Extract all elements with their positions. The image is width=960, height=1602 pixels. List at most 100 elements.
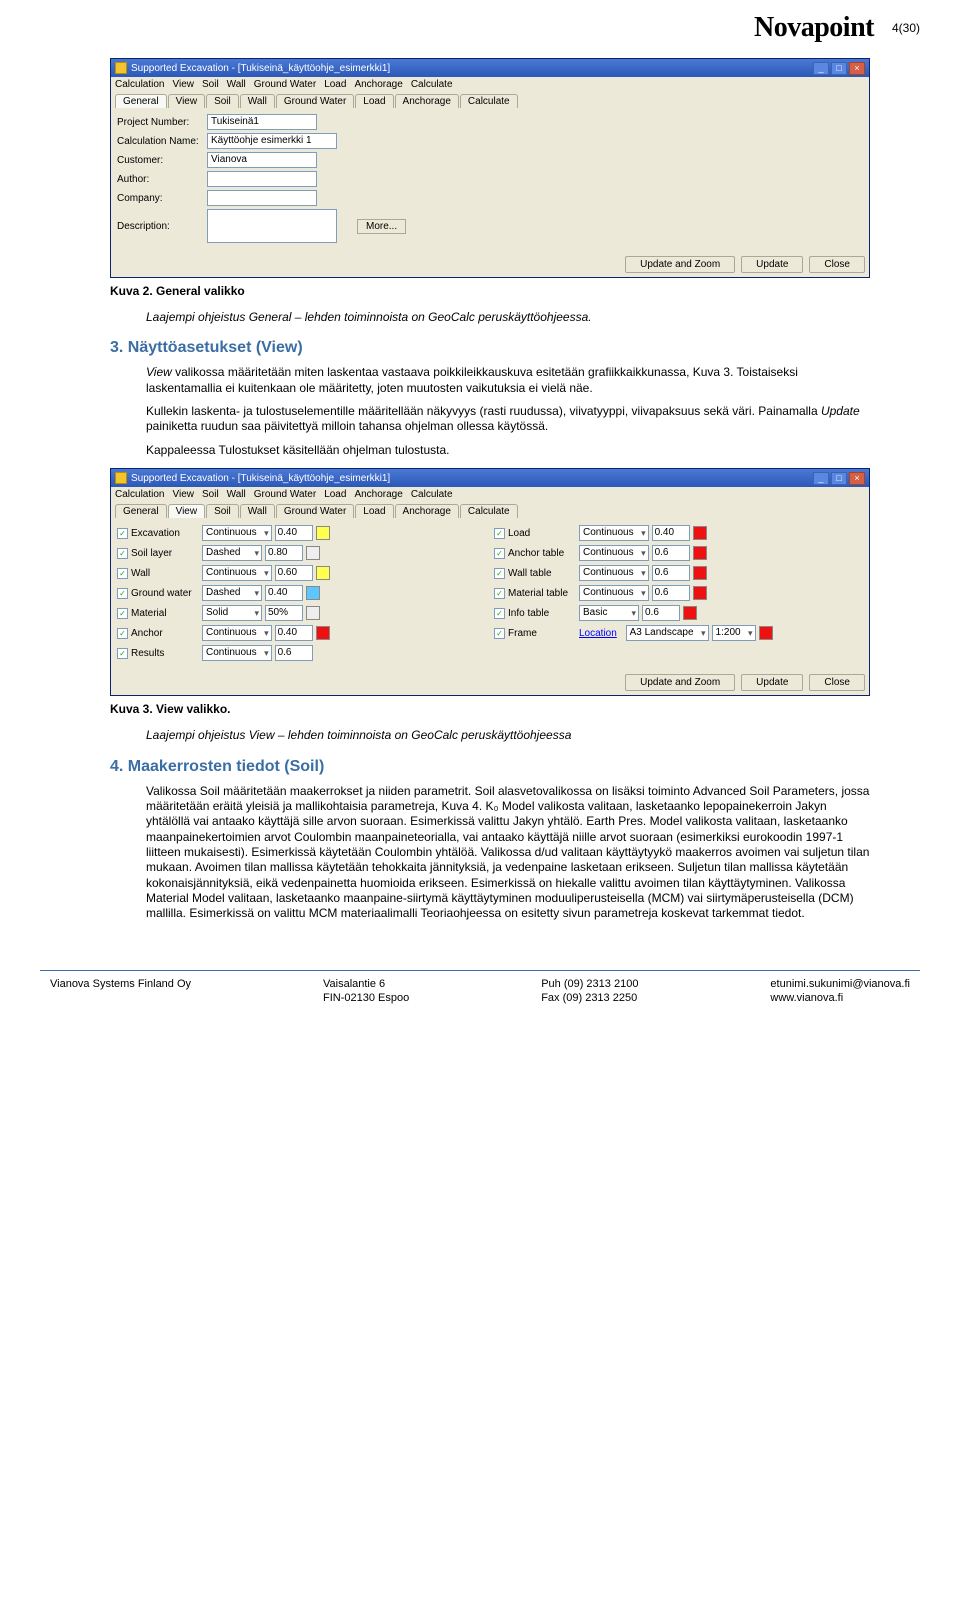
close-panel-button[interactable]: Close: [809, 256, 865, 273]
style-drop[interactable]: Continuous: [202, 525, 272, 541]
width-box[interactable]: 0.80: [265, 545, 303, 561]
menu-item[interactable]: Load: [324, 79, 346, 90]
menu-item[interactable]: View: [172, 79, 194, 90]
minimize-button[interactable]: _: [813, 62, 829, 75]
tab-anchorage[interactable]: Anchorage: [395, 94, 459, 108]
checkbox[interactable]: ✓: [117, 568, 128, 579]
style-drop[interactable]: Solid: [202, 605, 262, 621]
more-button[interactable]: More...: [357, 219, 406, 234]
update-zoom-button[interactable]: Update and Zoom: [625, 674, 735, 691]
menu-item[interactable]: View: [172, 489, 194, 500]
description-input[interactable]: [207, 209, 337, 243]
color-swatch[interactable]: [306, 546, 320, 560]
tab-view[interactable]: View: [168, 94, 206, 108]
tab-calculate[interactable]: Calculate: [460, 504, 518, 518]
tab-general[interactable]: General: [115, 94, 167, 108]
tab-groundwater[interactable]: Ground Water: [276, 94, 354, 108]
titlebar[interactable]: Supported Excavation - [Tukiseinä_käyttö…: [111, 59, 869, 77]
tab-general[interactable]: General: [115, 504, 167, 518]
menu-item[interactable]: Calculate: [411, 79, 453, 90]
width-box[interactable]: 0.6: [652, 585, 690, 601]
checkbox[interactable]: ✓: [117, 628, 128, 639]
color-swatch[interactable]: [316, 626, 330, 640]
menu-item[interactable]: Ground Water: [254, 489, 316, 500]
project-input[interactable]: Tukiseinä1: [207, 114, 317, 130]
scale-drop[interactable]: 1:200: [712, 625, 756, 641]
minimize-button[interactable]: _: [813, 472, 829, 485]
style-drop[interactable]: Continuous: [579, 565, 649, 581]
menu-item[interactable]: Wall: [227, 489, 246, 500]
menubar[interactable]: Calculation View Soil Wall Ground Water …: [111, 77, 869, 92]
tab-load[interactable]: Load: [355, 504, 393, 518]
maximize-button[interactable]: □: [831, 62, 847, 75]
close-panel-button[interactable]: Close: [809, 674, 865, 691]
checkbox[interactable]: ✓: [494, 528, 505, 539]
color-swatch[interactable]: [316, 566, 330, 580]
tab-soil[interactable]: Soil: [206, 94, 239, 108]
width-box[interactable]: 0.6: [652, 565, 690, 581]
width-box[interactable]: 0.40: [265, 585, 303, 601]
tab-anchorage[interactable]: Anchorage: [395, 504, 459, 518]
width-box[interactable]: 0.6: [652, 545, 690, 561]
style-drop[interactable]: Continuous: [579, 545, 649, 561]
menu-item[interactable]: Ground Water: [254, 79, 316, 90]
customer-input[interactable]: Vianova: [207, 152, 317, 168]
menubar[interactable]: Calculation View Soil Wall Ground Water Load A…: [111, 487, 869, 502]
width-box[interactable]: 0.40: [275, 625, 313, 641]
checkbox[interactable]: ✓: [117, 648, 128, 659]
tab-groundwater[interactable]: Ground Water: [276, 504, 354, 518]
tab-wall[interactable]: Wall: [240, 94, 275, 108]
width-box[interactable]: 0.40: [652, 525, 690, 541]
titlebar[interactable]: Supported Excavation - [Tukiseinä_käyttö…: [111, 469, 869, 487]
color-swatch[interactable]: [693, 526, 707, 540]
company-input[interactable]: [207, 190, 317, 206]
close-button[interactable]: ×: [849, 62, 865, 75]
color-swatch[interactable]: [683, 606, 697, 620]
style-drop[interactable]: Continuous: [202, 565, 272, 581]
style-drop[interactable]: Dashed: [202, 585, 262, 601]
checkbox[interactable]: ✓: [494, 608, 505, 619]
update-button[interactable]: Update: [741, 256, 803, 273]
style-drop[interactable]: Dashed: [202, 545, 262, 561]
checkbox[interactable]: ✓: [494, 548, 505, 559]
update-button[interactable]: Update: [741, 674, 803, 691]
checkbox[interactable]: ✓: [117, 548, 128, 559]
tab-view[interactable]: View: [168, 504, 206, 518]
width-box[interactable]: 0.60: [275, 565, 313, 581]
menu-item[interactable]: Calculation: [115, 79, 164, 90]
menu-item[interactable]: Soil: [202, 79, 219, 90]
location-drop[interactable]: A3 Landscape: [626, 625, 709, 641]
width-box[interactable]: 0.6: [642, 605, 680, 621]
checkbox[interactable]: ✓: [117, 528, 128, 539]
author-input[interactable]: [207, 171, 317, 187]
color-swatch[interactable]: [316, 526, 330, 540]
menu-item[interactable]: Load: [324, 489, 346, 500]
color-swatch[interactable]: [693, 546, 707, 560]
menu-item[interactable]: Anchorage: [354, 79, 402, 90]
menu-item[interactable]: Calculate: [411, 489, 453, 500]
width-box[interactable]: 0.6: [275, 645, 313, 661]
color-swatch[interactable]: [693, 566, 707, 580]
tab-soil[interactable]: Soil: [206, 504, 239, 518]
color-swatch[interactable]: [693, 586, 707, 600]
width-box[interactable]: 0.40: [275, 525, 313, 541]
style-drop[interactable]: Continuous: [579, 525, 649, 541]
menu-item[interactable]: Wall: [227, 79, 246, 90]
checkbox[interactable]: ✓: [494, 588, 505, 599]
color-swatch[interactable]: [306, 586, 320, 600]
tab-load[interactable]: Load: [355, 94, 393, 108]
style-drop[interactable]: Continuous: [579, 585, 649, 601]
menu-item[interactable]: Calculation: [115, 489, 164, 500]
style-drop[interactable]: Basic: [579, 605, 639, 621]
checkbox[interactable]: ✓: [494, 568, 505, 579]
menu-item[interactable]: Anchorage: [354, 489, 402, 500]
color-swatch[interactable]: [306, 606, 320, 620]
checkbox[interactable]: ✓: [117, 588, 128, 599]
maximize-button[interactable]: □: [831, 472, 847, 485]
menu-item[interactable]: Soil: [202, 489, 219, 500]
checkbox[interactable]: ✓: [117, 608, 128, 619]
calc-input[interactable]: Käyttöohje esimerkki 1: [207, 133, 337, 149]
tab-calculate[interactable]: Calculate: [460, 94, 518, 108]
style-drop[interactable]: Continuous: [202, 625, 272, 641]
location-link[interactable]: Location: [579, 628, 617, 639]
